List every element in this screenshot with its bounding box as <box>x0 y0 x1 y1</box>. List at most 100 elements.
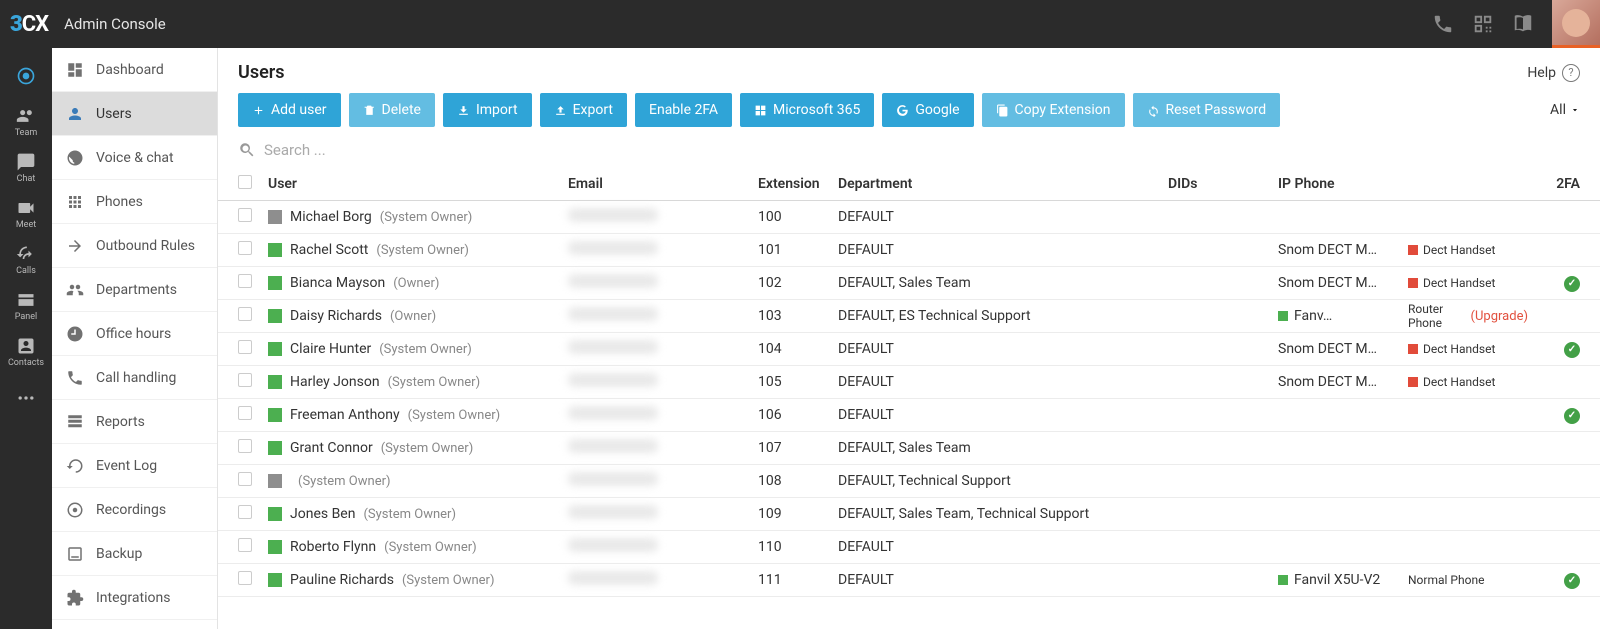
help-link[interactable]: Help? <box>1527 64 1580 82</box>
search-input[interactable] <box>264 141 564 159</box>
row-checkbox[interactable] <box>238 307 252 321</box>
filter-dropdown[interactable]: All <box>1550 102 1580 118</box>
extension-value: 104 <box>758 341 838 357</box>
col-department[interactable]: Department <box>838 176 1168 192</box>
col-extension[interactable]: Extension <box>758 176 838 192</box>
copy-extension-button[interactable]: Copy Extension <box>982 93 1125 127</box>
status-indicator <box>268 210 282 224</box>
sidenav-outbound-rules[interactable]: Outbound Rules <box>52 224 217 268</box>
row-checkbox[interactable] <box>238 373 252 387</box>
iconbar-calls[interactable]: Calls <box>3 242 49 278</box>
extension-value: 102 <box>758 275 838 291</box>
2fa-check-icon <box>1564 342 1580 358</box>
sidenav-office-hours[interactable]: Office hours <box>52 312 217 356</box>
col-user[interactable]: User <box>268 176 568 192</box>
extension-value: 106 <box>758 407 838 423</box>
row-checkbox[interactable] <box>238 538 252 552</box>
2fa-check-icon <box>1564 276 1580 292</box>
sidenav-dashboard[interactable]: Dashboard <box>52 48 217 92</box>
row-checkbox[interactable] <box>238 274 252 288</box>
table-row[interactable]: Harley Jonson (System Owner)105DEFAULTSn… <box>218 366 1600 399</box>
sidenav-reports[interactable]: Reports <box>52 400 217 444</box>
book-icon[interactable] <box>1512 13 1534 35</box>
table-row[interactable]: Pauline Richards (System Owner)111DEFAUL… <box>218 564 1600 597</box>
department-value: DEFAULT <box>838 341 1168 357</box>
table-row[interactable]: Grant Connor (System Owner)107DEFAULT, S… <box>218 432 1600 465</box>
row-checkbox[interactable] <box>238 439 252 453</box>
col-dids[interactable]: DIDs <box>1168 176 1278 192</box>
col-2fa[interactable]: 2FA <box>1550 176 1580 192</box>
sidenav-users[interactable]: Users <box>52 92 217 136</box>
user-role: (System Owner) <box>384 540 477 555</box>
main: Users Help? Add user Delete Import Expor… <box>218 48 1600 629</box>
sidenav-recordings[interactable]: Recordings <box>52 488 217 532</box>
table-row[interactable]: Bianca Mayson (Owner)102DEFAULT, Sales T… <box>218 267 1600 300</box>
user-role: (System Owner) <box>298 474 391 489</box>
department-value: DEFAULT <box>838 374 1168 390</box>
row-checkbox[interactable] <box>238 505 252 519</box>
table-row[interactable]: Daisy Richards (Owner)103DEFAULT, ES Tec… <box>218 300 1600 333</box>
table-row[interactable]: Claire Hunter (System Owner)104DEFAULTSn… <box>218 333 1600 366</box>
status-indicator <box>268 540 282 554</box>
iconbar-meet[interactable]: Meet <box>3 196 49 232</box>
delete-button[interactable]: Delete <box>349 93 435 127</box>
email-value <box>568 439 658 453</box>
table-row[interactable]: Freeman Anthony (System Owner)106DEFAULT <box>218 399 1600 432</box>
user-name: Pauline Richards <box>290 572 394 588</box>
qr-icon[interactable] <box>1472 13 1494 35</box>
select-all-checkbox[interactable] <box>238 175 252 189</box>
sidenav-phones[interactable]: Phones <box>52 180 217 224</box>
row-checkbox[interactable] <box>238 406 252 420</box>
sidenav-backup[interactable]: Backup <box>52 532 217 576</box>
email-value <box>568 505 658 519</box>
enable-2fa-button[interactable]: Enable 2FA <box>635 93 732 127</box>
department-value: DEFAULT, ES Technical Support <box>838 308 1168 324</box>
table-row[interactable]: (System Owner)108DEFAULT, Technical Supp… <box>218 465 1600 498</box>
phone-tag: Dect Handset <box>1408 276 1528 290</box>
phone-icon[interactable] <box>1432 13 1454 35</box>
phone-tag: Router Phone (Upgrade) <box>1408 302 1528 330</box>
page-title: Users <box>238 62 285 83</box>
iconbar-panel[interactable]: Panel <box>3 288 49 324</box>
sidenav-voice-chat[interactable]: Voice & chat <box>52 136 217 180</box>
col-email[interactable]: Email <box>568 176 758 192</box>
sidenav-departments[interactable]: Departments <box>52 268 217 312</box>
avatar[interactable] <box>1552 0 1600 48</box>
iconbar-chrome[interactable] <box>3 58 49 94</box>
user-name: Rachel Scott <box>290 242 368 258</box>
users-table: User Email Extension Department DIDs IP … <box>218 167 1600 629</box>
row-checkbox[interactable] <box>238 340 252 354</box>
iconbar-team[interactable]: Team <box>3 104 49 140</box>
iconbar-more[interactable] <box>3 380 49 416</box>
add-user-button[interactable]: Add user <box>238 93 341 127</box>
extension-value: 101 <box>758 242 838 258</box>
iconbar-contacts[interactable]: Contacts <box>3 334 49 370</box>
topbar: 3CX Admin Console <box>0 0 1600 48</box>
user-name: Michael Borg <box>290 209 372 225</box>
department-value: DEFAULT <box>838 407 1168 423</box>
table-row[interactable]: Roberto Flynn (System Owner)110DEFAULT <box>218 531 1600 564</box>
department-value: DEFAULT <box>838 242 1168 258</box>
email-value <box>568 307 658 321</box>
sidenav-call-handling[interactable]: Call handling <box>52 356 217 400</box>
col-ip-phone[interactable]: IP Phone <box>1278 176 1408 192</box>
export-button[interactable]: Export <box>540 93 627 127</box>
row-checkbox[interactable] <box>238 571 252 585</box>
table-row[interactable]: Jones Ben (System Owner)109DEFAULT, Sale… <box>218 498 1600 531</box>
row-checkbox[interactable] <box>238 208 252 222</box>
2fa-value <box>1550 406 1580 424</box>
phone-tag: Dect Handset <box>1408 375 1528 389</box>
microsoft-365-button[interactable]: Microsoft 365 <box>740 93 874 127</box>
reset-password-button[interactable]: Reset Password <box>1133 93 1281 127</box>
google-button[interactable]: Google <box>882 93 973 127</box>
2fa-value <box>1550 274 1580 292</box>
sidenav-integrations[interactable]: Integrations <box>52 576 217 620</box>
table-row[interactable]: Rachel Scott (System Owner)101DEFAULTSno… <box>218 234 1600 267</box>
row-checkbox[interactable] <box>238 241 252 255</box>
user-role: (System Owner) <box>376 243 469 258</box>
sidenav-event-log[interactable]: Event Log <box>52 444 217 488</box>
row-checkbox[interactable] <box>238 472 252 486</box>
table-row[interactable]: Michael Borg (System Owner)100DEFAULT <box>218 201 1600 234</box>
iconbar-chat[interactable]: Chat <box>3 150 49 186</box>
import-button[interactable]: Import <box>443 93 532 127</box>
